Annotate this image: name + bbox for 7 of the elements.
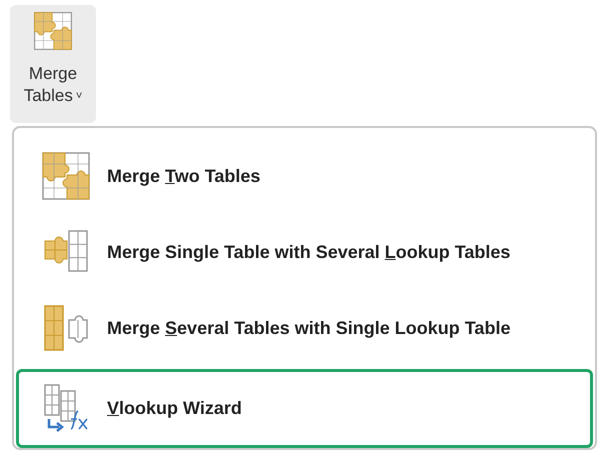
puzzle-table-icon: [33, 11, 73, 51]
menu-item[interactable]: Merge Two Tables: [16, 138, 593, 214]
menu-item[interactable]: Vlookup Wizard: [16, 368, 593, 448]
menu-item[interactable]: Merge Several Tables with Single Lookup Table: [16, 290, 593, 367]
menu-item[interactable]: Merge Single Table with Several Lookup Tables: [16, 214, 593, 291]
puzzle-table-icon: [41, 151, 91, 202]
merge-tables-button[interactable]: Merge Tables ˅: [10, 5, 96, 123]
